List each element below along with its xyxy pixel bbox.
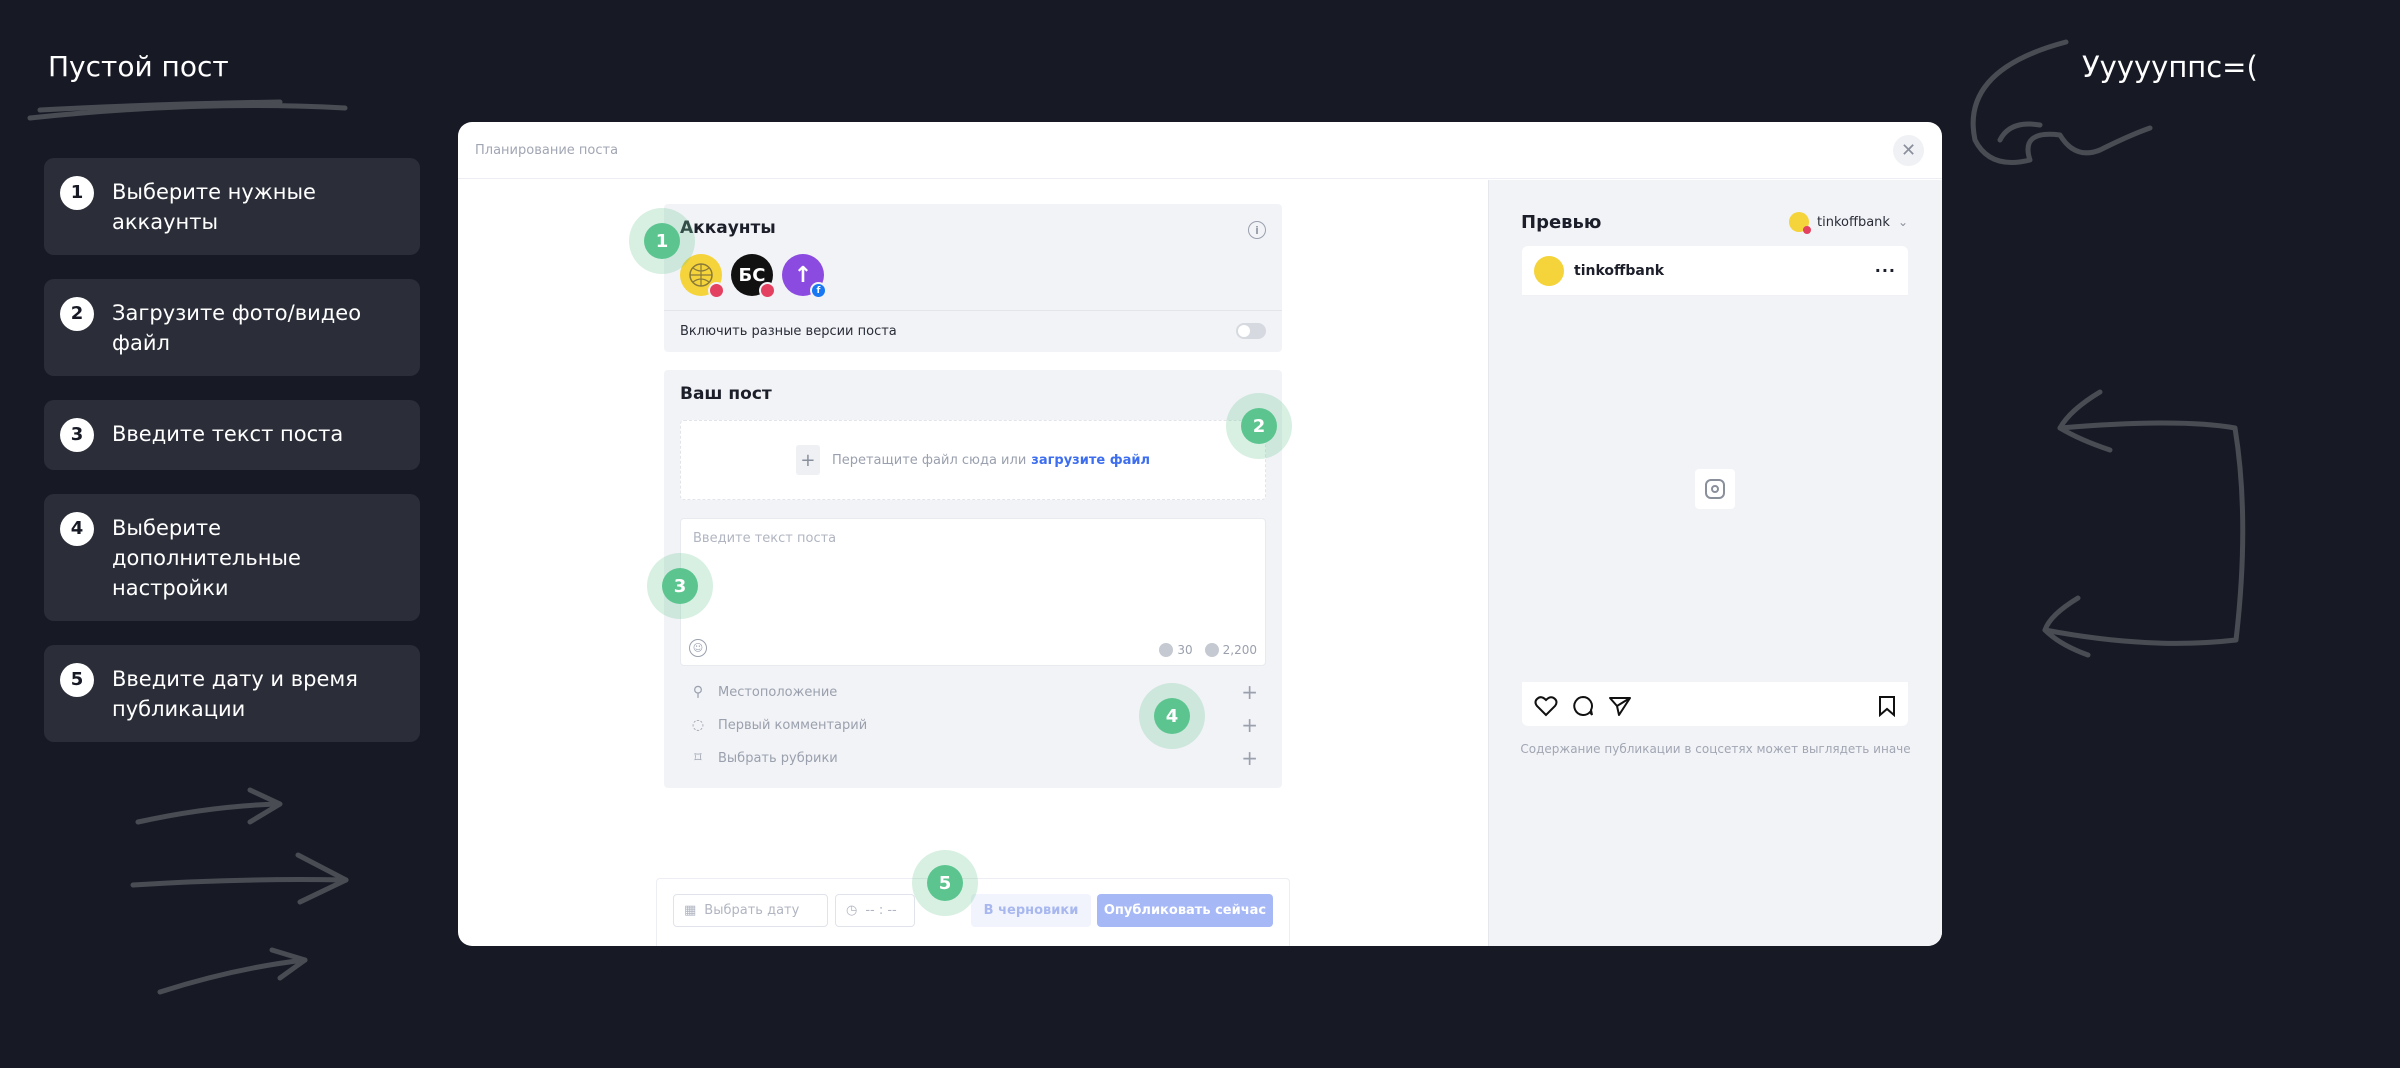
- comment-icon: [1573, 695, 1593, 716]
- preview-note: Содержание публикации в соцсетях может в…: [1520, 742, 1911, 756]
- account-avatar-text: БС: [738, 264, 766, 286]
- location-pin-icon: ⚲: [692, 684, 704, 700]
- divider: [664, 310, 1282, 311]
- step-number: 4: [60, 512, 94, 546]
- step-number: 2: [60, 297, 94, 331]
- close-icon: ✕: [1900, 140, 1917, 161]
- upload-file-link[interactable]: загрузите файл: [1031, 453, 1150, 468]
- step-number: 5: [60, 663, 94, 697]
- char-count: 2,200: [1222, 643, 1257, 657]
- step-item-5: 5 Введите дату и время публикации: [44, 645, 420, 742]
- plus-icon: +: [795, 445, 820, 475]
- counter-ring-icon: [1204, 643, 1219, 657]
- step-label: Введите текст поста: [112, 422, 344, 446]
- preview-account-name: tinkoffbank: [1817, 214, 1890, 230]
- plus-icon[interactable]: +: [1241, 746, 1258, 770]
- option-label: Местоположение: [718, 684, 838, 700]
- step-label: Загрузите фото/видео файл: [112, 301, 362, 355]
- file-dropzone[interactable]: + Перетащите файл сюда или загрузите фай…: [680, 420, 1266, 500]
- time-picker[interactable]: ◷ -- : --: [835, 894, 915, 927]
- facebook-badge-icon: f: [810, 282, 827, 299]
- date-placeholder: Выбрать дату: [704, 903, 800, 918]
- account-avatars: БС ↑ f: [680, 254, 827, 299]
- post-text-placeholder: Введите текст поста: [693, 531, 837, 546]
- option-label: Первый комментарий: [718, 717, 868, 733]
- time-placeholder: -- : --: [865, 903, 897, 918]
- instagram-badge-icon: [759, 282, 776, 299]
- hashtag-count: 30: [1177, 643, 1193, 657]
- char-counter: 2,200: [1204, 643, 1257, 657]
- oops-caption: Уууууппс=(: [2082, 50, 2258, 84]
- page-title: Пустой пост: [48, 50, 229, 83]
- bookmark-icon: [1879, 696, 1895, 717]
- post-planning-modal: Планирование поста ✕ Аккаунты i БС ↑ f В…: [458, 122, 1942, 946]
- ig-actions: [1534, 692, 1896, 720]
- step-number: 1: [60, 176, 94, 210]
- ig-media-placeholder: [1522, 296, 1908, 682]
- post-text-input[interactable]: Введите текст поста ☺ 30 2,200: [680, 518, 1266, 666]
- ig-account-name: tinkoffbank: [1574, 262, 1665, 279]
- info-icon[interactable]: i: [1248, 221, 1266, 239]
- plus-icon[interactable]: +: [1241, 680, 1258, 704]
- instagram-badge-icon: [708, 282, 725, 299]
- option-rubrics[interactable]: ⌑ Выбрать рубрики +: [690, 746, 1258, 770]
- chevron-down-icon: ⌄: [1897, 215, 1908, 229]
- step-marker-2: 2: [1226, 393, 1292, 459]
- step-label: Введите дату и время публикации: [112, 667, 358, 721]
- plus-icon[interactable]: +: [1241, 713, 1258, 737]
- account-avatar-purple[interactable]: ↑ f: [782, 254, 827, 299]
- modal-header: Планирование поста: [458, 122, 1942, 179]
- marker-number: 1: [644, 223, 680, 259]
- publish-now-button[interactable]: Опубликовать сейчас: [1097, 894, 1273, 927]
- step-marker-3: 3: [647, 553, 713, 619]
- step-item-1: 1 Выберите нужные аккаунты: [44, 158, 420, 255]
- close-button[interactable]: ✕: [1893, 135, 1924, 166]
- account-avatar-text: ↑: [793, 262, 813, 288]
- preview-account-select[interactable]: tinkoffbank ⌄: [1789, 212, 1908, 234]
- marker-number: 3: [662, 568, 698, 604]
- calendar-icon: ▦: [684, 903, 697, 918]
- preview-pane: Превью tinkoffbank ⌄ tinkoffbank ··· Сод…: [1488, 180, 1942, 946]
- date-picker[interactable]: ▦ Выбрать дату: [673, 894, 828, 927]
- modal-title: Планирование поста: [475, 142, 619, 158]
- more-icon: ···: [1874, 261, 1896, 280]
- ig-post-header: tinkoffbank ···: [1522, 246, 1908, 296]
- save-draft-button[interactable]: В черновики: [971, 894, 1091, 927]
- heart-icon: [1534, 696, 1558, 717]
- send-icon: [1609, 697, 1631, 716]
- hashtag-counter: 30: [1159, 643, 1193, 657]
- counter-ring-icon: [1159, 643, 1174, 657]
- versions-label: Включить разные версии поста: [680, 324, 897, 339]
- account-avatar-bc[interactable]: БС: [731, 254, 776, 299]
- avatar: [1789, 212, 1812, 234]
- step-item-4: 4 Выберите дополнительные настройки: [44, 494, 420, 621]
- post-editor: Аккаунты i БС ↑ f Включить разные версии…: [458, 180, 1488, 946]
- instagram-icon: [1695, 469, 1735, 509]
- step-marker-1: 1: [629, 208, 695, 274]
- emoji-icon[interactable]: ☺: [689, 639, 707, 657]
- preview-title: Превью: [1521, 212, 1602, 233]
- steps-list: 1 Выберите нужные аккаунты 2 Загрузите ф…: [44, 158, 420, 766]
- bookmark-icon: ⌑: [694, 750, 702, 766]
- step-item-3: 3 Введите текст поста: [44, 400, 420, 470]
- comment-icon: ◌: [691, 717, 705, 733]
- accounts-card: Аккаунты i БС ↑ f Включить разные версии…: [664, 204, 1282, 352]
- marker-number: 2: [1241, 408, 1277, 444]
- step-number: 3: [60, 418, 94, 452]
- avatar: [1534, 255, 1564, 286]
- clock-icon: ◷: [846, 903, 858, 918]
- versions-toggle[interactable]: [1236, 323, 1266, 339]
- marker-number: 4: [1154, 698, 1190, 734]
- instagram-preview-card: tinkoffbank ···: [1522, 246, 1908, 726]
- step-label: Выберите дополнительные настройки: [112, 516, 301, 600]
- step-marker-5: 5: [912, 850, 978, 916]
- step-item-2: 2 Загрузите фото/видео файл: [44, 279, 420, 376]
- dropzone-text: Перетащите файл сюда или: [831, 452, 1027, 468]
- step-label: Выберите нужные аккаунты: [112, 180, 316, 234]
- marker-number: 5: [927, 865, 963, 901]
- post-title: Ваш пост: [680, 384, 772, 404]
- step-marker-4: 4: [1139, 683, 1205, 749]
- option-label: Выбрать рубрики: [718, 750, 838, 766]
- post-counters: 30 2,200: [1159, 643, 1257, 657]
